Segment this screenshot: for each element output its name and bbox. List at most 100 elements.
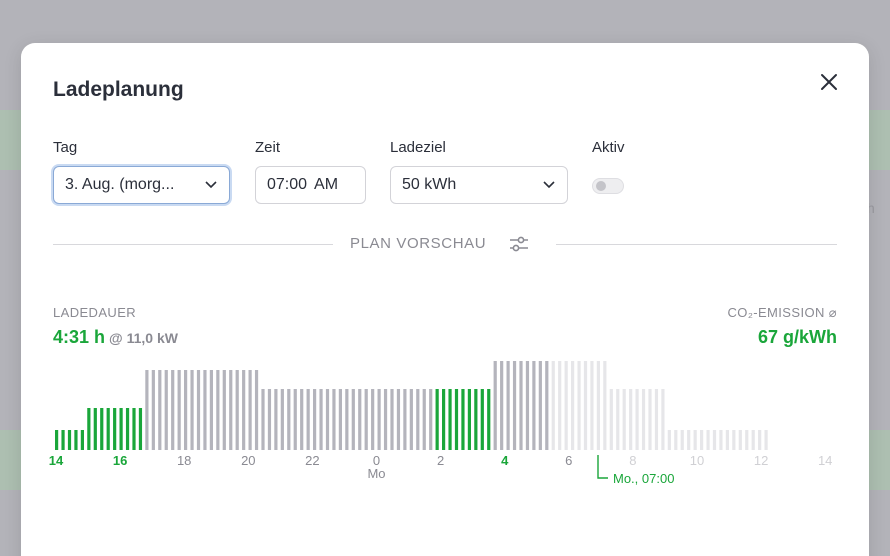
charging-plan-modal: Ladeplanung Tag 3. Aug. (morg... Zeit 07… <box>21 43 869 556</box>
chart-bar <box>190 370 194 450</box>
chart-bar <box>487 389 491 450</box>
chart-bar <box>119 408 123 450</box>
chart-bar <box>222 370 226 450</box>
x-tick-label: 2 <box>437 453 444 468</box>
chart-bar <box>732 430 736 450</box>
chart-bar <box>674 430 678 450</box>
chart-bar <box>603 361 607 450</box>
chart-bar <box>564 361 568 450</box>
chart-bar <box>719 430 723 450</box>
x-tick-label: 10 <box>690 453 704 468</box>
chart-bar <box>706 430 710 450</box>
chart-bar <box>545 361 549 450</box>
chart-bar <box>383 389 388 450</box>
chart-bar <box>74 430 78 450</box>
chart-bar <box>358 389 362 450</box>
chart-bar <box>254 370 259 450</box>
chart-bar <box>325 389 330 450</box>
chart-bar <box>351 389 355 450</box>
chart-bar <box>558 361 562 450</box>
chart-bar <box>55 430 59 450</box>
chart-bar <box>125 408 130 450</box>
x-tick-label: 20 <box>241 453 255 468</box>
chart-bar <box>61 430 65 450</box>
chart-bar <box>300 389 304 450</box>
chart-bar <box>764 430 768 450</box>
chart-bar <box>171 370 175 450</box>
chart-bar <box>364 389 368 450</box>
x-tick-label: 8 <box>629 453 636 468</box>
chart-bar <box>512 361 517 450</box>
chart-bar <box>738 430 742 450</box>
deadline-label: Mo., 07:00 <box>613 471 674 486</box>
chart-bar <box>403 389 407 450</box>
chart-bar <box>532 361 536 450</box>
chart-bar <box>442 389 446 450</box>
x-tick-label: 16 <box>113 453 127 468</box>
chart-bar <box>525 361 530 450</box>
chart-bar <box>622 389 626 450</box>
chart-bar <box>661 389 665 450</box>
chart-bar <box>93 408 97 450</box>
chart-bar <box>313 389 317 450</box>
chart-bar <box>616 389 620 450</box>
chart-bar <box>332 389 336 450</box>
chart-bar <box>416 389 420 450</box>
chart-bar <box>467 389 471 450</box>
chart-bar <box>654 389 659 450</box>
x-day-label: Mo <box>367 466 385 481</box>
chart-bar <box>293 389 297 450</box>
chart-bar <box>229 370 233 450</box>
x-tick-label: 12 <box>754 453 768 468</box>
charging-plan-chart: 14 16 18 20 22 0 2 4 6 8 10 12 14Mo Mo., 07:00 <box>49 361 832 486</box>
chart-bar <box>248 370 252 450</box>
chart-bar <box>396 389 401 450</box>
chart-bar <box>138 408 143 450</box>
chart-bar <box>390 389 394 450</box>
x-tick-label: 22 <box>305 453 319 468</box>
chart-bar <box>687 430 691 450</box>
deadline-marker <box>597 455 608 479</box>
chart-bar <box>700 430 704 450</box>
chart-bar <box>435 389 439 450</box>
chart-bar <box>429 389 433 450</box>
chart-bar <box>461 389 465 450</box>
x-tick-label: 4 <box>501 453 509 468</box>
chart-bar <box>693 430 697 450</box>
chart-bar <box>635 389 639 450</box>
chart-bar <box>319 389 323 450</box>
chart-bar <box>551 361 555 450</box>
chart-bar <box>500 361 504 450</box>
chart-bar <box>274 389 278 450</box>
chart-bar <box>287 389 291 450</box>
chart-bar <box>758 430 762 450</box>
chart-bar <box>145 370 149 450</box>
chart-bar <box>409 389 413 450</box>
chart-bar <box>641 389 646 450</box>
chart-bar <box>67 430 72 450</box>
chart-bar <box>667 430 671 450</box>
chart-bar <box>196 370 201 450</box>
chart-bar <box>338 389 342 450</box>
chart-bar <box>454 389 459 450</box>
chart-bar <box>680 430 684 450</box>
x-tick-label: 14 <box>818 453 832 468</box>
chart-bar <box>242 370 246 450</box>
x-tick-label: 18 <box>177 453 191 468</box>
chart-bar <box>571 361 575 450</box>
chart-bar <box>216 370 220 450</box>
chart-bar <box>712 430 717 450</box>
chart-bar <box>261 389 265 450</box>
chart-bar <box>177 370 181 450</box>
chart-bar <box>648 389 652 450</box>
chart-bar <box>519 361 523 450</box>
chart-bar <box>87 408 91 450</box>
chart-bar <box>629 389 633 450</box>
chart-bar <box>132 408 136 450</box>
chart-bar <box>164 370 168 450</box>
chart-bar <box>306 389 310 450</box>
chart-bar <box>203 370 207 450</box>
chart-bar <box>745 430 749 450</box>
chart-bar <box>480 389 484 450</box>
chart-bar <box>345 389 349 450</box>
